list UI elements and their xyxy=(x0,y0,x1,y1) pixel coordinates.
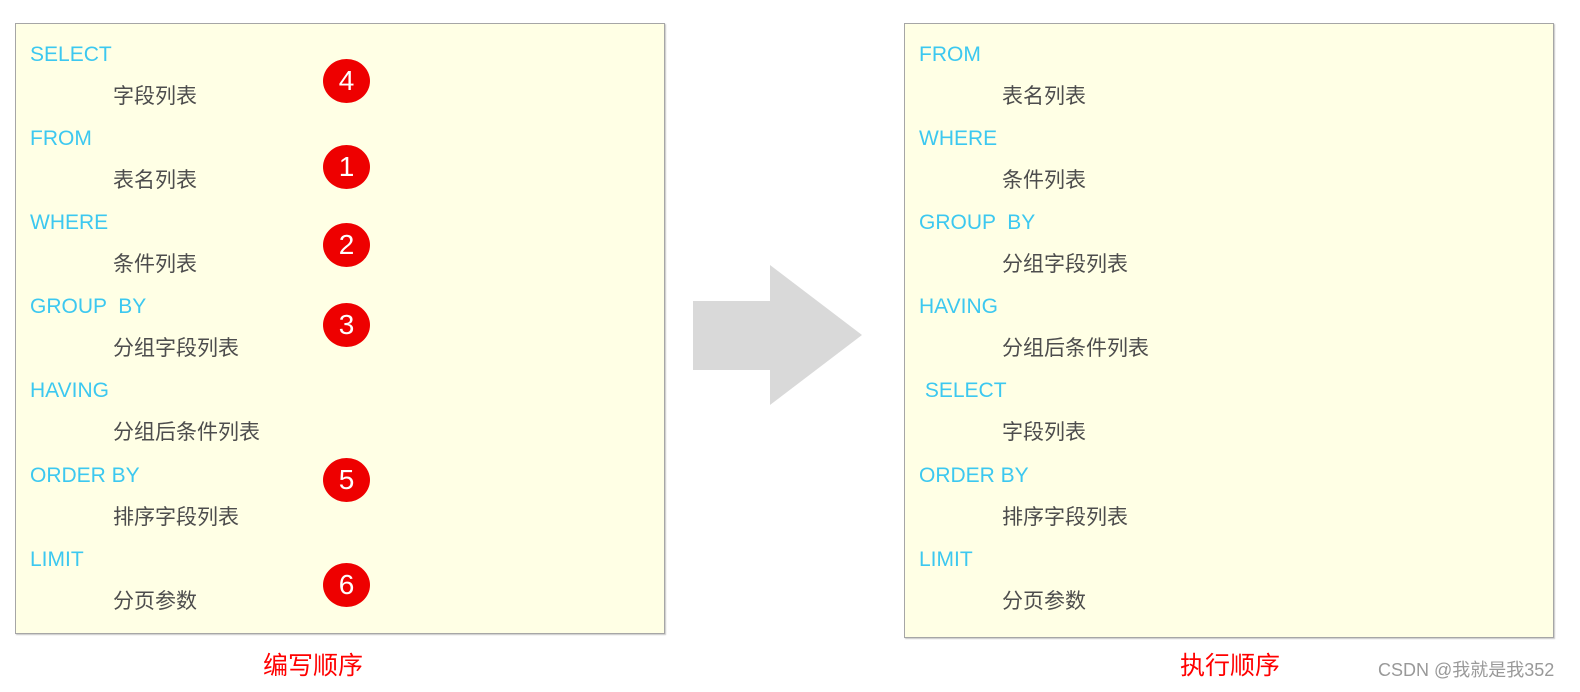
right-arrow-icon xyxy=(693,265,862,405)
clause-argument: 分组后条件列表 xyxy=(113,420,260,444)
clause-keyword: SELECT xyxy=(30,43,112,66)
clause-argument: 条件列表 xyxy=(113,252,197,276)
clause-argument: 分页参数 xyxy=(1002,589,1086,613)
clause-keyword: SELECT xyxy=(919,379,1007,402)
clause-keyword: WHERE xyxy=(30,211,109,234)
clause-keyword: LIMIT xyxy=(919,548,973,571)
clause-keyword: GROUP BY xyxy=(30,295,147,318)
step-badge: 6 xyxy=(323,563,370,607)
execution-order-caption: 执行顺序 xyxy=(1180,651,1281,680)
clause-keyword: FROM xyxy=(30,127,92,150)
clause-keyword: HAVING xyxy=(919,295,998,318)
clause-keyword: FROM xyxy=(919,43,981,66)
step-badge: 3 xyxy=(323,303,370,347)
clause-argument: 分组后条件列表 xyxy=(1002,336,1149,360)
clause-argument: 条件列表 xyxy=(1002,168,1086,192)
step-badge: 2 xyxy=(323,223,370,267)
clause-argument: 排序字段列表 xyxy=(1002,505,1128,529)
writing-order-panel: SELECT 字段列表 4 FROM 表名列表 1 WHERE 条件列表 2 G… xyxy=(15,23,665,634)
step-badge: 5 xyxy=(323,458,370,502)
clause-argument: 排序字段列表 xyxy=(113,505,239,529)
clause-argument: 表名列表 xyxy=(1002,84,1086,108)
clause-keyword: ORDER BY xyxy=(919,464,1029,487)
clause-argument: 分组字段列表 xyxy=(113,336,239,360)
clause-keyword: HAVING xyxy=(30,379,109,402)
clause-keyword: WHERE xyxy=(919,127,998,150)
clause-argument: 字段列表 xyxy=(113,84,197,108)
clause-keyword: LIMIT xyxy=(30,548,84,571)
step-badge: 4 xyxy=(323,59,370,103)
clause-keyword: ORDER BY xyxy=(30,464,140,487)
execution-order-panel: FROM 表名列表 WHERE 条件列表 GROUP BY 分组字段列表 HAV… xyxy=(904,23,1554,638)
clause-argument: 分页参数 xyxy=(113,589,197,613)
step-badge: 1 xyxy=(323,145,370,189)
writing-order-caption: 编写顺序 xyxy=(263,651,364,680)
clause-argument: 表名列表 xyxy=(113,168,197,192)
clause-argument: 字段列表 xyxy=(1002,420,1086,444)
watermark: CSDN @我就是我352 xyxy=(1378,660,1555,680)
clause-argument: 分组字段列表 xyxy=(1002,252,1128,276)
clause-keyword: GROUP BY xyxy=(919,211,1036,234)
